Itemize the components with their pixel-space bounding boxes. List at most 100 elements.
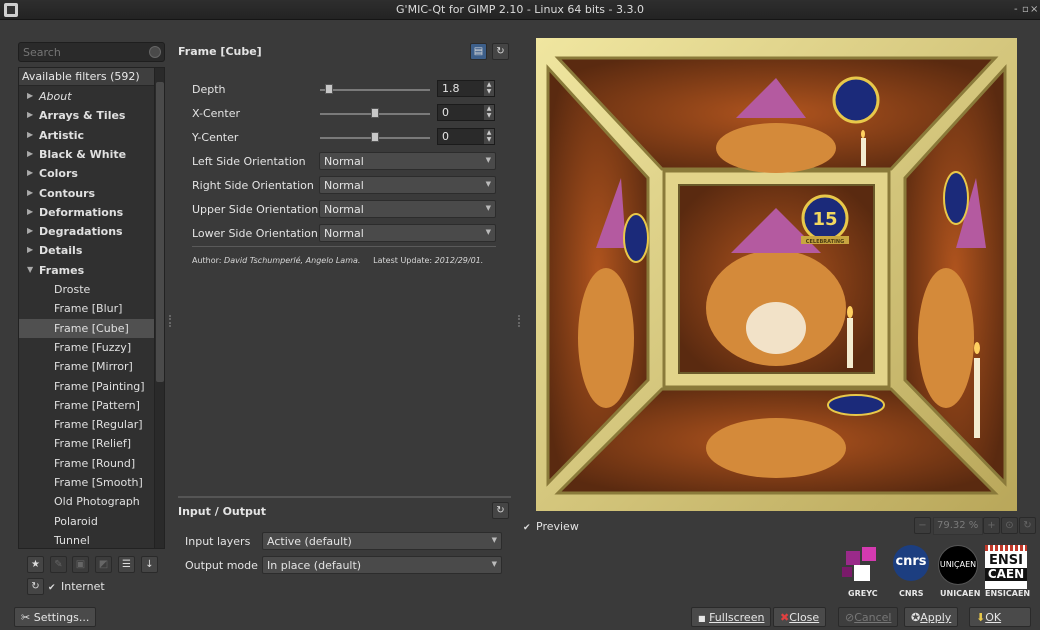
author-line: Author: David Tschumperlé, Angelo Lama. … <box>192 256 483 265</box>
depth-slider-handle[interactable] <box>324 84 333 94</box>
filter-item[interactable]: Frame [Pattern] <box>19 396 155 415</box>
io-splitter-handle[interactable] <box>178 496 511 498</box>
x-center-slider-handle[interactable] <box>371 108 379 118</box>
author-names: David Tschumperlé, Angelo Lama. <box>224 256 361 265</box>
filter-category[interactable]: ▶ Arrays & Tiles <box>19 106 155 125</box>
filter-title: Frame [Cube] <box>178 45 262 58</box>
reset-params-icon[interactable]: ↻ <box>492 43 509 60</box>
collapsed-arrow-icon[interactable]: ▶ <box>27 130 33 139</box>
download-icon[interactable]: ↓ <box>141 556 158 573</box>
unicaen-logo: UNIÇAEN <box>938 545 978 585</box>
expand-collapse-icon[interactable]: ☰ <box>118 556 135 573</box>
filter-item[interactable]: Frame [Regular] <box>19 415 155 434</box>
filter-item[interactable]: Frame [Round] <box>19 454 155 473</box>
search-input[interactable] <box>18 42 165 62</box>
zoom-in-icon[interactable]: + <box>983 517 1000 534</box>
filter-item[interactable]: Polaroid <box>19 512 155 531</box>
ok-button[interactable]: ⬇OK <box>969 607 1031 627</box>
input-layers-select[interactable]: Active (default) ▼ <box>262 532 502 550</box>
close-window-icon[interactable]: × <box>1030 4 1038 15</box>
minimize-icon[interactable]: - <box>1014 4 1018 15</box>
filter-label: Old Photograph <box>54 495 140 509</box>
filter-item[interactable]: Frame [Painting] <box>19 377 155 396</box>
reset-io-icon[interactable]: ↻ <box>492 502 509 519</box>
cancel-label: Cancel <box>854 611 892 624</box>
zoom-fit-icon[interactable]: ↻ <box>1019 517 1036 534</box>
refresh-filters-icon[interactable]: ↻ <box>27 578 44 595</box>
filter-label: Details <box>39 244 83 258</box>
filter-category[interactable]: ▼ Frames <box>19 261 155 280</box>
filter-item[interactable]: Frame [Blur] <box>19 299 155 318</box>
preview-image[interactable]: 15 CELEBRATING <box>536 38 1017 511</box>
preview-checkbox[interactable]: ✔ Preview <box>523 520 579 533</box>
apply-button[interactable]: ✪Apply <box>904 607 959 627</box>
filter-item[interactable]: Old Photograph <box>19 492 155 511</box>
collapsed-arrow-icon[interactable]: ▶ <box>27 226 33 235</box>
depth-spinbox[interactable]: 1.8 ▲ ▼ <box>437 80 495 97</box>
collapsed-arrow-icon[interactable]: ▶ <box>27 207 33 216</box>
input-layers-value: Active (default) <box>267 535 352 548</box>
filter-category[interactable]: ▶ Contours <box>19 184 155 203</box>
spin-arrows-icon[interactable]: ▲ ▼ <box>484 129 494 144</box>
internet-label: Internet <box>61 580 105 593</box>
filter-tree[interactable]: Available filters (592) ▶ About ▶ Arrays & … <box>18 67 165 549</box>
zoom-out-icon[interactable]: − <box>914 517 931 534</box>
chevron-down-icon: ▼ <box>485 156 491 164</box>
copy-command-icon[interactable]: ▤ <box>470 43 487 60</box>
fullscreen-icon: ■ <box>698 614 706 623</box>
filter-tree-scrollbar[interactable] <box>154 68 164 548</box>
fullscreen-button[interactable]: ■ Fullscreen <box>691 607 772 627</box>
collapsed-arrow-icon[interactable]: ▶ <box>27 245 33 254</box>
spin-arrows-icon[interactable]: ▲ ▼ <box>484 105 494 120</box>
filter-label: Black & White <box>39 147 127 161</box>
filter-label: Frame [Pattern] <box>54 398 140 412</box>
spin-arrows-icon[interactable]: ▲ ▼ <box>484 81 494 96</box>
filter-item[interactable]: Frame [Relief] <box>19 434 155 453</box>
collapsed-arrow-icon[interactable]: ▶ <box>27 188 33 197</box>
collapsed-arrow-icon[interactable]: ▶ <box>27 168 33 177</box>
right-side-select[interactable]: Normal ▼ <box>319 176 496 194</box>
apply-label: Apply <box>920 611 952 624</box>
settings-button[interactable]: ✂ Settings... <box>14 607 97 627</box>
cancel-button[interactable]: ⊘Cancel <box>838 607 899 627</box>
filter-category[interactable]: ▶ Degradations <box>19 222 155 241</box>
collapsed-arrow-icon[interactable]: ▶ <box>27 149 33 158</box>
output-mode-select[interactable]: In place (default) ▼ <box>262 556 502 574</box>
filter-item[interactable]: Tunnel <box>19 531 155 548</box>
filter-item[interactable]: Droste <box>19 280 155 299</box>
expanded-arrow-icon[interactable]: ▼ <box>27 265 33 274</box>
y-center-spinbox[interactable]: 0 ▲ ▼ <box>437 128 495 145</box>
collapsed-arrow-icon[interactable]: ▶ <box>27 91 33 100</box>
filter-item[interactable]: Frame [Cube] <box>19 318 155 338</box>
collapsed-arrow-icon[interactable]: ▶ <box>27 110 33 119</box>
filter-category[interactable]: ▶ Black & White <box>19 145 155 164</box>
upper-side-select[interactable]: Normal ▼ <box>319 200 496 218</box>
right-side-value: Normal <box>324 179 364 192</box>
left-side-select[interactable]: Normal ▼ <box>319 152 496 170</box>
close-button[interactable]: ✖Close <box>773 607 827 627</box>
zoom-level[interactable]: 79.32 % <box>933 517 983 535</box>
scrollbar-thumb[interactable] <box>156 82 164 382</box>
filter-item[interactable]: Frame [Mirror] <box>19 357 155 376</box>
depth-slider[interactable] <box>320 89 430 91</box>
filter-category[interactable]: ▶ About <box>19 87 155 106</box>
lower-side-select[interactable]: Normal ▼ <box>319 224 496 242</box>
filter-category[interactable]: ▶ Details <box>19 241 155 260</box>
left-splitter-grip[interactable] <box>169 315 171 327</box>
x-center-spinbox[interactable]: 0 ▲ ▼ <box>437 104 495 121</box>
filter-category[interactable]: ▶ Deformations <box>19 203 155 222</box>
rename-fave-icon[interactable]: ▣ <box>72 556 89 573</box>
maximize-icon[interactable]: ▫ <box>1022 4 1029 15</box>
y-center-slider-handle[interactable] <box>371 132 379 142</box>
visibility-icon[interactable]: ◩ <box>95 556 112 573</box>
filter-category[interactable]: ▶ Artistic <box>19 126 155 145</box>
filter-category[interactable]: ▶ Colors <box>19 164 155 183</box>
internet-checkbox[interactable]: ✔ Internet <box>48 580 105 593</box>
right-splitter-grip[interactable] <box>518 315 520 327</box>
add-fave-icon[interactable]: ★ <box>27 556 44 573</box>
search-icon[interactable] <box>149 46 161 58</box>
filter-item[interactable]: Frame [Smooth] <box>19 473 155 492</box>
filter-item[interactable]: Frame [Fuzzy] <box>19 338 155 357</box>
remove-fave-icon[interactable]: ✎ <box>50 556 67 573</box>
zoom-reset-icon[interactable]: ⊙ <box>1001 517 1018 534</box>
